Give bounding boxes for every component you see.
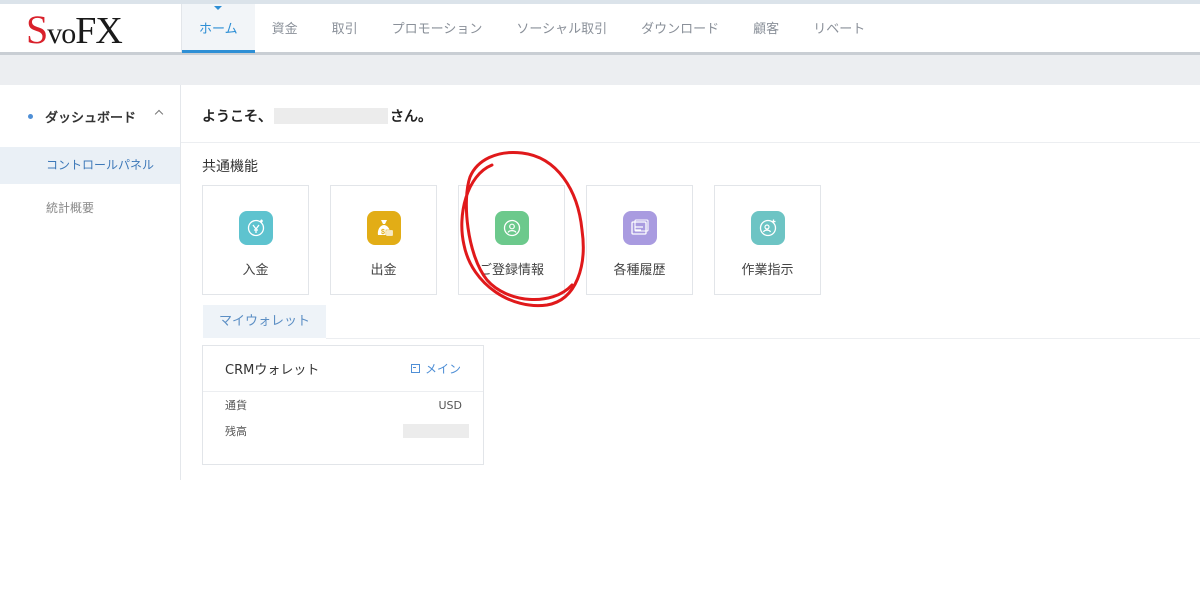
tab-my-wallet[interactable]: マイウォレット (203, 305, 326, 338)
sidebar-group-dashboard[interactable]: ダッシュボード (0, 85, 180, 147)
user-profile-icon (495, 211, 529, 245)
nav-home-label: ホーム (199, 22, 238, 37)
welcome-message: ようこそ、 さん。 (202, 105, 432, 127)
nav-rebate[interactable]: リベート (796, 4, 882, 52)
redacted-balance (403, 424, 469, 438)
card-deposit-label: 入金 (242, 263, 269, 278)
header-spacer-bar (0, 55, 1200, 85)
svofx-logo[interactable]: Svo FX (26, 7, 123, 52)
card-withdraw-label: 出金 (370, 263, 397, 278)
card-history-label: 各種履歴 (613, 263, 666, 278)
sidebar-item-statistics[interactable]: 統計概要 (0, 190, 180, 227)
chevron-up-icon (154, 109, 164, 119)
card-history[interactable]: 各種履歴 (586, 185, 693, 295)
nav-download[interactable]: ダウンロード (624, 4, 736, 52)
logo-letters-vo: vo (47, 17, 76, 50)
card-deposit[interactable]: 入金 (202, 185, 309, 295)
wallet-row-currency: 通貨 USD (203, 392, 483, 418)
main-content: ようこそ、 さん。 共通機能 入金 $ 出金 ご登録情報 各種履歴 作業指示 マ… (181, 85, 1200, 485)
card-withdraw[interactable]: $ 出金 (330, 185, 437, 295)
logo-letters-fx: FX (75, 10, 123, 52)
nav-promotion-label: プロモーション (391, 22, 483, 37)
deposit-icon (239, 211, 273, 245)
user-add-icon (751, 211, 785, 245)
wallet-title: CRMウォレット (225, 363, 320, 378)
nav-trading-label: 取引 (331, 22, 358, 37)
currency-label: 通貨 (225, 399, 247, 412)
card-registration-info-label: ご登録情報 (478, 263, 544, 278)
wallet-card-crm: CRMウォレット メイン 通貨 USD 残高 (202, 345, 484, 465)
nav-home[interactable]: ホーム (182, 4, 255, 53)
main-nav: ホーム 資金 取引 プロモーション ソーシャル取引 ダウンロード 顧客 リベート (182, 4, 882, 53)
wallet-main-link[interactable]: メイン (410, 360, 461, 377)
svg-text:$: $ (381, 229, 385, 236)
balance-label: 残高 (225, 425, 247, 438)
nav-customers-label: 顧客 (753, 22, 780, 37)
redacted-username (274, 108, 388, 124)
divider (181, 142, 1200, 143)
currency-value: USD (438, 398, 462, 412)
wallet-main-label: メイン (424, 362, 461, 376)
history-icon (623, 211, 657, 245)
nav-customers[interactable]: 顧客 (736, 4, 796, 52)
section-title-common-functions: 共通機能 (202, 159, 258, 175)
card-registration-info[interactable]: ご登録情報 (458, 185, 565, 295)
card-work-instructions[interactable]: 作業指示 (714, 185, 821, 295)
welcome-suffix: さん。 (390, 109, 432, 125)
logo-letter-s: S (26, 7, 48, 52)
top-navigation-bar: Svo FX ホーム 資金 取引 プロモーション ソーシャル取引 ダウンロード 顧… (0, 0, 1200, 55)
divider (326, 338, 1200, 339)
welcome-prefix: ようこそ、 (202, 109, 272, 125)
nav-social-trading[interactable]: ソーシャル取引 (499, 4, 624, 52)
nav-funds-label: 資金 (271, 22, 298, 37)
main-wallet-icon (410, 364, 420, 373)
sidebar: ダッシュボード コントロールパネル 統計概要 (0, 85, 181, 480)
nav-rebate-label: リベート (813, 22, 866, 37)
wallet-row-balance: 残高 (203, 418, 483, 444)
sidebar-group-label: ダッシュボード (45, 110, 137, 126)
nav-social-trading-label: ソーシャル取引 (516, 22, 608, 37)
wallet-card-header: CRMウォレット メイン (203, 346, 483, 392)
sidebar-item-control-panel[interactable]: コントロールパネル (0, 147, 180, 184)
nav-funds[interactable]: 資金 (255, 4, 315, 52)
nav-trading[interactable]: 取引 (315, 4, 375, 52)
active-caret-icon (214, 6, 223, 10)
withdraw-money-bag-icon: $ (367, 211, 401, 245)
bullet-dot-icon (28, 113, 33, 119)
nav-download-label: ダウンロード (641, 22, 720, 37)
nav-promotion[interactable]: プロモーション (375, 4, 500, 52)
card-work-instructions-label: 作業指示 (741, 263, 794, 278)
